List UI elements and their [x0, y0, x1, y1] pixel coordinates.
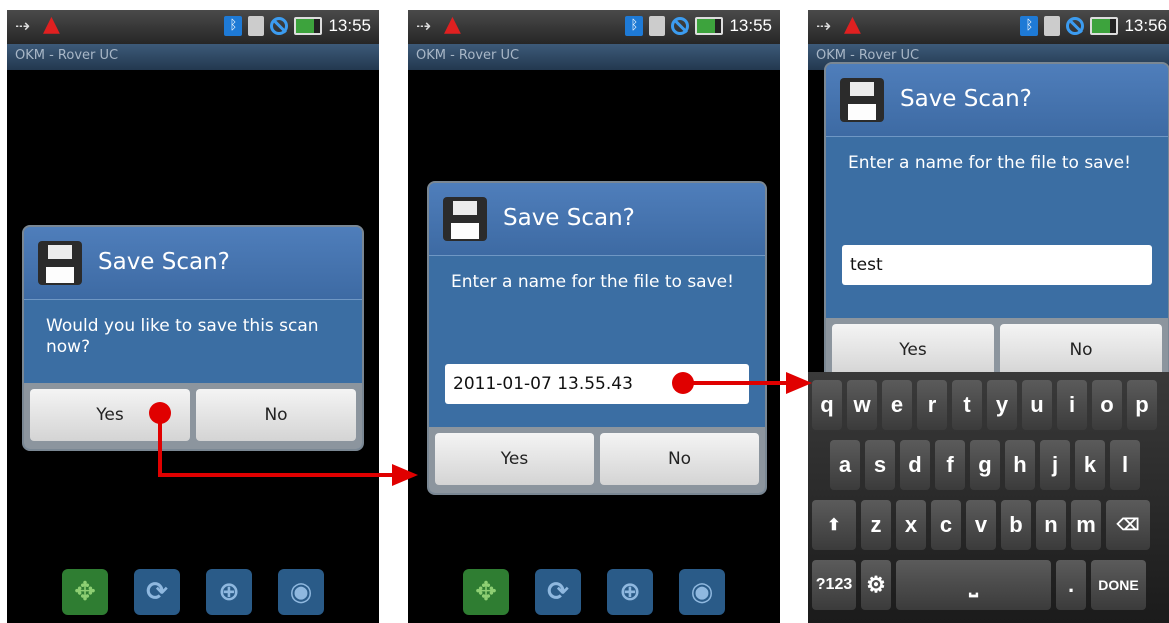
key-v[interactable]: v — [966, 500, 996, 550]
no-button[interactable]: No — [196, 389, 356, 441]
filename-input[interactable]: 2011-01-07 13.55.43 — [445, 364, 749, 404]
move-icon[interactable]: ✥ — [62, 569, 108, 615]
view-icon[interactable]: ◉ — [278, 569, 324, 615]
zoom-in-icon[interactable]: ⊕ — [206, 569, 252, 615]
phone-screen-2: ⇢ ▲ ᛒ 13:55 OKM - Rover UC Save Scan? En… — [408, 10, 780, 623]
phone-screen-3: ⇢ ▲ ᛒ 13:56 OKM - Rover UC Save Scan? En… — [808, 10, 1169, 623]
symbols-key[interactable]: ?123 — [812, 560, 856, 610]
key-y[interactable]: y — [987, 380, 1017, 430]
app-title: OKM - Rover UC — [15, 48, 119, 63]
key-w[interactable]: w — [847, 380, 877, 430]
key-b[interactable]: b — [1001, 500, 1031, 550]
dialog-message: Enter a name for the file to save! — [451, 272, 734, 292]
status-bar: ⇢ ▲ ᛒ 13:55 — [408, 10, 780, 44]
dialog-message: Would you like to save this scan now? — [46, 316, 319, 357]
status-time: 13:55 — [328, 16, 371, 35]
app-title-bar: OKM - Rover UC — [7, 44, 379, 70]
key-i[interactable]: i — [1057, 380, 1087, 430]
status-bar: ⇢ ▲ ᛒ 13:56 — [808, 10, 1169, 44]
battery-icon — [695, 17, 724, 35]
key-x[interactable]: x — [896, 500, 926, 550]
key-u[interactable]: u — [1022, 380, 1052, 430]
key-k[interactable]: k — [1075, 440, 1105, 490]
filename-input[interactable]: test — [842, 245, 1152, 285]
no-button[interactable]: No — [1000, 324, 1162, 376]
battery-icon — [1090, 17, 1119, 35]
key-p[interactable]: p — [1127, 380, 1157, 430]
period-key[interactable]: . — [1056, 560, 1086, 610]
status-time: 13:56 — [1124, 16, 1167, 35]
no-signal-icon — [671, 17, 690, 35]
rotate-icon[interactable]: ⟳ — [134, 569, 180, 615]
key-q[interactable]: q — [812, 380, 842, 430]
floppy-disk-icon — [443, 197, 487, 241]
backspace-icon[interactable]: ⌫ — [1106, 500, 1150, 550]
key-d[interactable]: d — [900, 440, 930, 490]
save-scan-dialog: Save Scan? Enter a name for the file to … — [824, 62, 1169, 386]
dialog-title: Save Scan? — [900, 86, 1032, 112]
save-scan-dialog: Save Scan? Enter a name for the file to … — [427, 181, 767, 495]
dialog-message: Enter a name for the file to save! — [848, 153, 1131, 173]
bluetooth-icon: ᛒ — [625, 16, 644, 36]
sd-card-icon — [248, 16, 265, 36]
save-scan-dialog: Save Scan? Would you like to save this s… — [22, 225, 364, 451]
key-o[interactable]: o — [1092, 380, 1122, 430]
sd-card-icon — [1044, 16, 1061, 36]
key-n[interactable]: n — [1036, 500, 1066, 550]
key-f[interactable]: f — [935, 440, 965, 490]
key-h[interactable]: h — [1005, 440, 1035, 490]
warning-icon: ▲ — [444, 12, 461, 37]
no-signal-icon — [270, 17, 289, 35]
floppy-disk-icon — [840, 78, 884, 122]
yes-button[interactable]: Yes — [30, 389, 190, 441]
warning-icon: ▲ — [43, 12, 60, 37]
key-s[interactable]: s — [865, 440, 895, 490]
settings-icon[interactable]: ⚙ — [861, 560, 891, 610]
view-icon[interactable]: ◉ — [679, 569, 725, 615]
usb-icon: ⇢ — [816, 16, 832, 37]
soft-keyboard: q w e r t y u i o p a s d f g h j k l ⬆ … — [808, 372, 1169, 623]
sd-card-icon — [649, 16, 666, 36]
zoom-in-icon[interactable]: ⊕ — [607, 569, 653, 615]
bluetooth-icon: ᛒ — [224, 16, 243, 36]
usb-icon: ⇢ — [416, 16, 432, 37]
bluetooth-icon: ᛒ — [1020, 16, 1039, 36]
battery-icon — [294, 17, 323, 35]
app-title: OKM - Rover UC — [416, 48, 520, 63]
dialog-title: Save Scan? — [98, 249, 230, 275]
key-l[interactable]: l — [1110, 440, 1140, 490]
key-g[interactable]: g — [970, 440, 1000, 490]
key-c[interactable]: c — [931, 500, 961, 550]
yes-button[interactable]: Yes — [435, 433, 594, 485]
no-signal-icon — [1066, 17, 1085, 35]
key-m[interactable]: m — [1071, 500, 1101, 550]
space-bar[interactable]: ⎵ — [896, 560, 1051, 610]
no-button[interactable]: No — [600, 433, 759, 485]
status-time: 13:55 — [729, 16, 772, 35]
key-r[interactable]: r — [917, 380, 947, 430]
app-title: OKM - Rover UC — [816, 48, 920, 63]
usb-icon: ⇢ — [15, 16, 31, 37]
bottom-toolbar: ✥ ⟳ ⊕ ◉ — [7, 563, 379, 623]
warning-icon: ▲ — [844, 12, 861, 37]
key-t[interactable]: t — [952, 380, 982, 430]
dialog-title: Save Scan? — [503, 205, 635, 231]
phone-screen-1: ⇢ ▲ ᛒ 13:55 OKM - Rover UC Save Scan? Wo… — [7, 10, 379, 623]
app-title-bar: OKM - Rover UC — [408, 44, 780, 70]
floppy-disk-icon — [38, 241, 82, 285]
key-j[interactable]: j — [1040, 440, 1070, 490]
done-key[interactable]: DONE — [1091, 560, 1146, 610]
key-z[interactable]: z — [861, 500, 891, 550]
yes-button[interactable]: Yes — [832, 324, 994, 376]
move-icon[interactable]: ✥ — [463, 569, 509, 615]
key-e[interactable]: e — [882, 380, 912, 430]
rotate-icon[interactable]: ⟳ — [535, 569, 581, 615]
key-a[interactable]: a — [830, 440, 860, 490]
status-bar: ⇢ ▲ ᛒ 13:55 — [7, 10, 379, 44]
bottom-toolbar: ✥ ⟳ ⊕ ◉ — [408, 563, 780, 623]
shift-icon[interactable]: ⬆ — [812, 500, 856, 550]
